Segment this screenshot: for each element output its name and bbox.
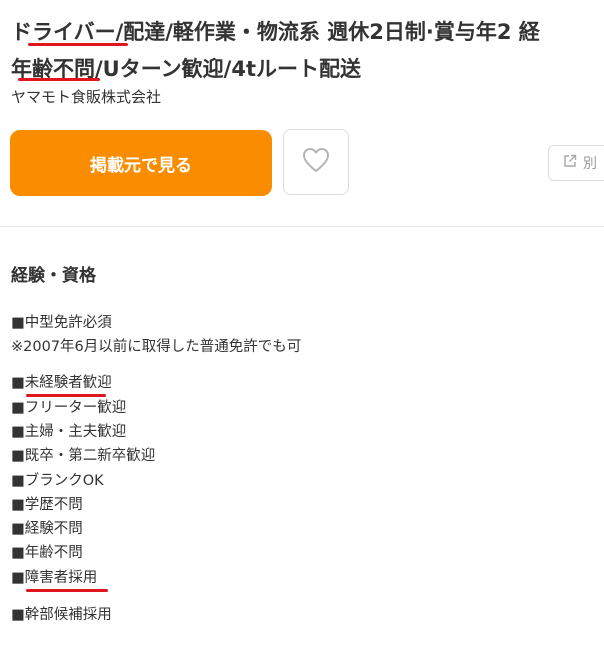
highlight-underline-inexperienced [26,394,106,397]
external-link-button[interactable]: 別 [548,145,604,181]
list-item: ■主婦・主夫歓迎 [11,424,127,440]
list-item: ■幹部候補採用 [11,607,112,623]
list-item: ■障害者採用 [11,570,98,586]
view-source-button[interactable]: 掲載元で見る [10,130,272,196]
job-title-line-2: 年齢不問/Uターン歓迎/4tルート配送 [11,57,361,81]
list-item: ■未経験者歓迎 [11,375,112,391]
external-link-label: 別 [583,156,597,172]
requirements-heading: 経験・資格 [11,266,96,286]
job-title: ドライバー/配達/軽作業・物流系 週休2日制·賞与年2 経 年齢不問/Uターン歓… [11,14,604,88]
highlight-underline-disability [26,589,108,592]
highlight-underline-age [18,78,100,81]
highlight-underline-driver [28,43,128,46]
list-item: ■ブランクOK [11,473,104,489]
list-item: ■年齢不問 [11,545,83,561]
company-name: ヤマモト食販株式会社 [11,88,162,106]
list-item: ■フリーター歓迎 [11,400,127,416]
heart-outline-icon [302,147,330,177]
list-item: ■学歴不問 [11,497,83,513]
section-divider [0,226,604,227]
favorite-button[interactable] [283,129,349,195]
list-item: ■既卒・第二新卒歓迎 [11,448,156,464]
list-item: ※2007年6月以前に取得した普通免許でも可 [11,339,302,355]
external-link-icon [563,154,577,172]
list-item: ■中型免許必須 [11,315,112,331]
list-item: ■経験不問 [11,521,83,537]
